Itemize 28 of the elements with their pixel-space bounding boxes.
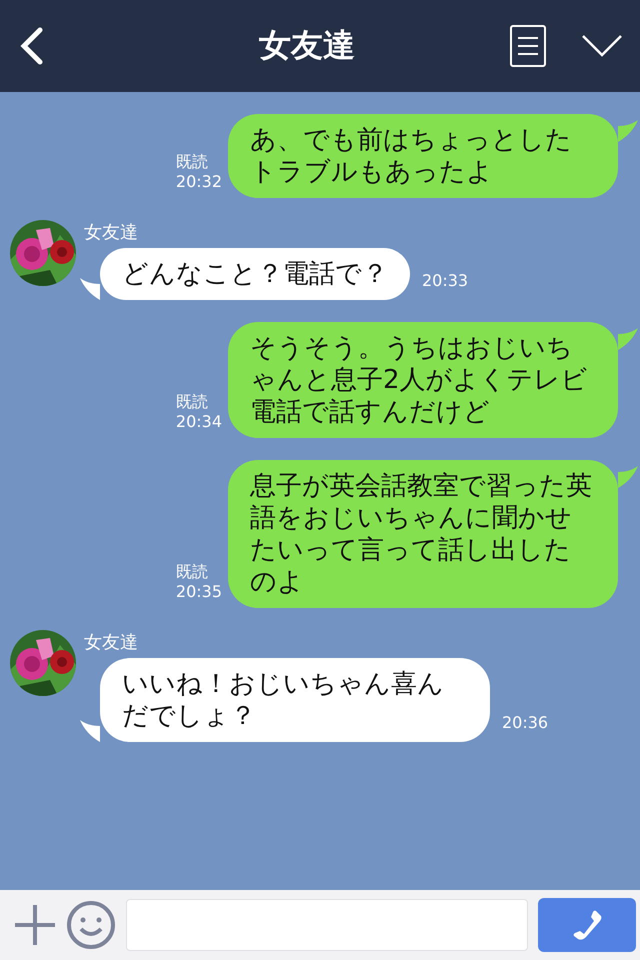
bubble-tail — [618, 120, 638, 142]
bubble-tail — [80, 278, 100, 300]
message-time: 20:35 — [176, 582, 222, 602]
sender-name: 女友達 — [84, 631, 139, 654]
message-input-field[interactable] — [126, 899, 528, 951]
read-receipt: 既読 — [176, 392, 208, 412]
message-time: 20:32 — [176, 172, 222, 192]
read-receipt: 既読 — [176, 562, 208, 582]
message-bubble: そうそう。うちはおじいちゃんと息子2人がよくテレビ電話で話すんだけど — [228, 322, 618, 438]
message-time: 20:33 — [422, 271, 468, 290]
call-button[interactable] — [538, 898, 636, 952]
bubble-tail — [618, 328, 638, 350]
back-icon[interactable] — [18, 27, 44, 65]
message-time: 20:36 — [502, 713, 548, 732]
message-bubble: あ、でも前はちょっとしたトラブルもあったよ — [228, 114, 618, 198]
read-receipt: 既読 — [176, 152, 208, 172]
message-bubble: どんなこと？電話で？ — [100, 248, 410, 300]
plus-icon[interactable] — [14, 904, 56, 946]
emoji-icon[interactable] — [66, 900, 116, 950]
bubble-tail — [80, 720, 100, 742]
sender-name: 女友達 — [84, 221, 139, 244]
bubble-tail — [618, 466, 638, 488]
message-time: 20:34 — [176, 412, 222, 432]
chevron-down-icon[interactable] — [582, 35, 622, 57]
message-bubble: いいね！おじいちゃん喜んだでしょ？ — [100, 658, 490, 742]
menu-icon[interactable] — [510, 25, 546, 67]
message-bubble: 息子が英会話教室で習った英語をおじいちゃんに聞かせたいって言って話し出したのよ — [228, 460, 618, 608]
chat-title: 女友達 — [258, 25, 356, 66]
